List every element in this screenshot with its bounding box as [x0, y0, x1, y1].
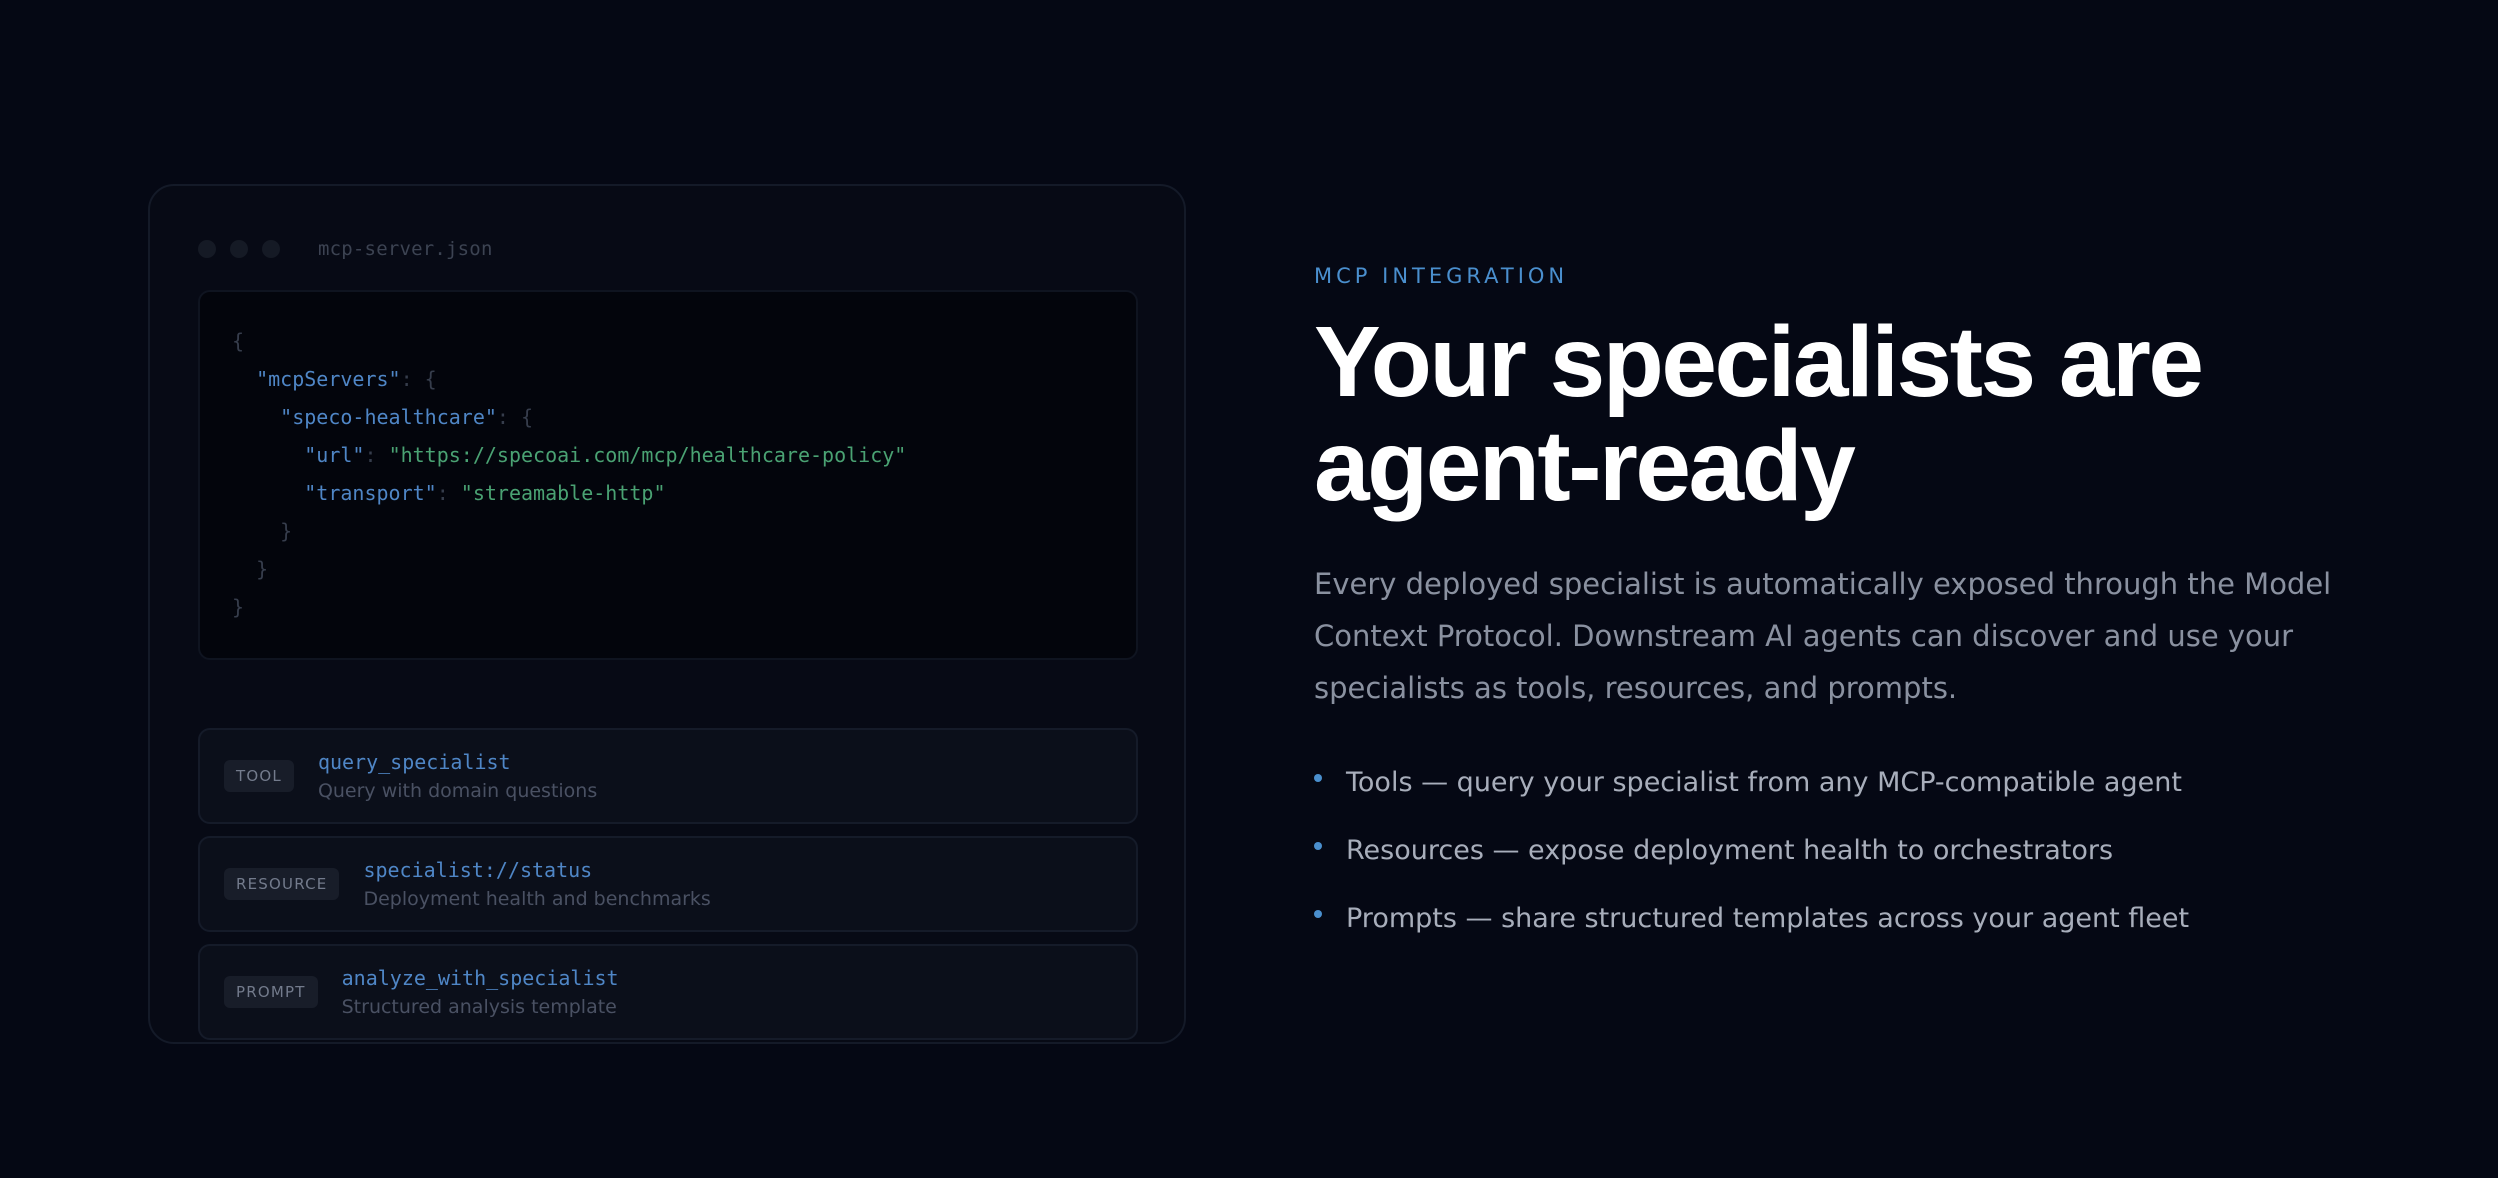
- code-line: "speco-healthcare": {: [232, 398, 1104, 436]
- feature-item: Tools — query your specialist from any M…: [1314, 766, 2434, 834]
- headline-line-1: Your specialists are: [1314, 306, 2204, 418]
- feature-text: Tools — query your specialist from any M…: [1346, 767, 2182, 798]
- bullet-dot-icon: [1314, 774, 1322, 782]
- code-punctuation: :: [436, 481, 461, 505]
- code-line: }: [232, 588, 1104, 626]
- code-string: "https://specoai.com/mcp/healthcare-poli…: [388, 443, 907, 467]
- mcp-item-tool[interactable]: TOOL query_specialist Query with domain …: [198, 728, 1138, 824]
- code-line: "mcpServers": {: [232, 360, 1104, 398]
- page: mcp-server.json { "mcpServers": { "speco…: [0, 0, 2498, 1178]
- section-description: Every deployed specialist is automatical…: [1314, 567, 2332, 705]
- code-line: }: [232, 512, 1104, 550]
- bullet-dot-icon: [1314, 842, 1322, 850]
- code-punctuation: }: [232, 519, 293, 543]
- code-key: "speco-healthcare": [280, 405, 497, 429]
- window-dot-close: [198, 240, 216, 258]
- item-type-badge: RESOURCE: [224, 868, 340, 900]
- item-description: Structured analysis template: [341, 996, 617, 1018]
- feature-item: Prompts — share structured templates acr…: [1314, 902, 2434, 970]
- code-line: }: [232, 550, 1104, 588]
- feature-list: Tools — query your specialist from any M…: [1314, 766, 2434, 970]
- code-punctuation: {: [232, 329, 245, 353]
- mcp-item-resource[interactable]: RESOURCE specialist://status Deployment …: [198, 836, 1138, 932]
- mcp-config-card: mcp-server.json { "mcpServers": { "speco…: [148, 184, 1186, 1044]
- item-description: Query with domain questions: [317, 780, 598, 802]
- feature-item: Resources — expose deployment health to …: [1314, 834, 2434, 902]
- bullet-dot-icon: [1314, 910, 1322, 918]
- code-punctuation: [232, 405, 280, 429]
- section-eyebrow: MCP INTEGRATION: [1314, 264, 1569, 288]
- code-punctuation: [232, 443, 304, 467]
- section-headline: Your specialists are agent-ready: [1314, 310, 2434, 518]
- code-line: {: [232, 322, 1104, 360]
- mcp-item-prompt[interactable]: PROMPT analyze_with_specialist Structure…: [198, 944, 1138, 1040]
- mcp-intro-section: MCP INTEGRATION Your specialists are age…: [1314, 264, 2434, 970]
- window-titlebar: mcp-server.json: [198, 238, 493, 260]
- code-key: "url": [304, 443, 365, 467]
- item-type-badge: TOOL: [224, 760, 294, 792]
- code-punctuation: [232, 481, 304, 505]
- feature-text: Resources — expose deployment health to …: [1346, 835, 2114, 866]
- code-punctuation: :: [364, 443, 389, 467]
- code-key: "transport": [304, 481, 437, 505]
- item-name: query_specialist: [317, 750, 511, 774]
- item-name: specialist://status: [363, 858, 593, 882]
- window-dot-minimize: [230, 240, 248, 258]
- code-punctuation: : {: [496, 405, 534, 429]
- item-type-badge: PROMPT: [224, 976, 318, 1008]
- code-string: "streamable-http": [460, 481, 666, 505]
- code-punctuation: [232, 367, 256, 391]
- item-description: Deployment health and benchmarks: [363, 888, 711, 910]
- item-name: analyze_with_specialist: [341, 966, 619, 990]
- code-key: "mcpServers": [256, 367, 401, 391]
- code-punctuation: }: [232, 595, 245, 619]
- code-line: "url": "https://specoai.com/mcp/healthca…: [232, 436, 1104, 474]
- file-name: mcp-server.json: [318, 238, 493, 260]
- code-punctuation: }: [232, 557, 269, 581]
- headline-line-2: agent-ready: [1314, 410, 1856, 522]
- code-block: { "mcpServers": { "speco-healthcare": { …: [198, 290, 1138, 660]
- feature-text: Prompts — share structured templates acr…: [1346, 903, 2190, 934]
- code-punctuation: : {: [400, 367, 437, 391]
- code-line: "transport": "streamable-http": [232, 474, 1104, 512]
- window-dot-maximize: [262, 240, 280, 258]
